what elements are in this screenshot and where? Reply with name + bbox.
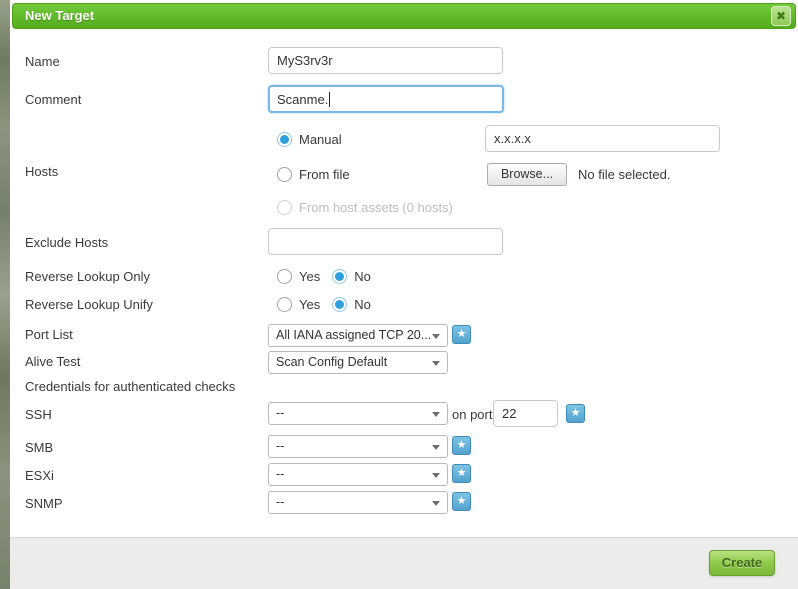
esxi-credential-select[interactable]: -- — [268, 463, 448, 486]
snmp-label: SNMP — [25, 495, 63, 512]
exclude-hosts-label: Exclude Hosts — [25, 234, 108, 251]
chevron-down-icon — [432, 412, 440, 417]
comment-label: Comment — [25, 91, 81, 108]
ssh-on-port-label: on port — [452, 406, 492, 423]
chevron-down-icon — [432, 334, 440, 339]
new-ssh-credential-button[interactable]: ★ — [566, 404, 585, 423]
reverse-lookup-unify-yes-radio[interactable] — [277, 297, 292, 312]
reverse-lookup-only-label: Reverse Lookup Only — [25, 268, 150, 285]
smb-credential-select-value: -- — [276, 439, 284, 453]
ssh-label: SSH — [25, 406, 52, 423]
dialog-titlebar: New Target ✖ — [12, 3, 796, 29]
reverse-lookup-only-yes-label: Yes — [299, 269, 320, 284]
manual-radio-label: Manual — [299, 132, 342, 147]
comment-input-value: Scanme. — [277, 92, 328, 107]
alive-test-select-value: Scan Config Default — [276, 355, 387, 369]
new-port-list-button[interactable]: ★ — [452, 325, 471, 344]
ssh-credential-select[interactable]: -- — [268, 402, 448, 425]
reverse-lookup-only-no-radio[interactable] — [332, 269, 347, 284]
ssh-port-input[interactable] — [493, 400, 558, 427]
port-list-select[interactable]: All IANA assigned TCP 20... — [268, 324, 448, 347]
smb-label: SMB — [25, 439, 53, 456]
reverse-lookup-only-no-label: No — [354, 269, 371, 284]
browse-button[interactable]: Browse... — [487, 163, 567, 186]
esxi-label: ESXi — [25, 467, 54, 484]
chevron-down-icon — [432, 501, 440, 506]
star-icon: ★ — [457, 328, 467, 340]
reverse-lookup-only-group: Yes No — [277, 265, 371, 287]
comment-input[interactable]: Scanme. — [268, 85, 504, 113]
hosts-from-assets-option: From host assets (0 hosts) — [277, 196, 453, 218]
hosts-manual-option: Manual — [277, 128, 342, 150]
reverse-lookup-unify-group: Yes No — [277, 293, 371, 315]
star-icon: ★ — [457, 439, 467, 451]
from-assets-radio-label: From host assets (0 hosts) — [299, 200, 453, 215]
manual-hosts-input[interactable] — [485, 125, 720, 152]
new-esxi-credential-button[interactable]: ★ — [452, 464, 471, 483]
name-input[interactable] — [268, 47, 503, 74]
hosts-from-file-option: From file — [277, 163, 350, 185]
dialog-title: New Target — [25, 4, 94, 28]
reverse-lookup-unify-no-radio[interactable] — [332, 297, 347, 312]
create-button[interactable]: Create — [709, 550, 775, 576]
exclude-hosts-input[interactable] — [268, 228, 503, 255]
star-icon: ★ — [571, 407, 581, 419]
from-assets-radio — [277, 200, 292, 215]
chevron-down-icon — [432, 361, 440, 366]
port-list-select-value: All IANA assigned TCP 20... — [276, 328, 431, 342]
credentials-heading: Credentials for authenticated checks — [25, 378, 235, 395]
from-file-radio-label: From file — [299, 167, 350, 182]
hosts-label: Hosts — [25, 163, 58, 180]
from-file-radio[interactable] — [277, 167, 292, 182]
chevron-down-icon — [432, 473, 440, 478]
star-icon: ★ — [457, 495, 467, 507]
name-label: Name — [25, 53, 60, 70]
snmp-credential-select-value: -- — [276, 495, 284, 509]
chevron-down-icon — [432, 445, 440, 450]
alive-test-label: Alive Test — [25, 353, 80, 370]
reverse-lookup-unify-no-label: No — [354, 297, 371, 312]
alive-test-select[interactable]: Scan Config Default — [268, 351, 448, 374]
close-icon[interactable]: ✖ — [771, 6, 791, 26]
file-status-text: No file selected. — [578, 167, 671, 182]
reverse-lookup-only-yes-radio[interactable] — [277, 269, 292, 284]
text-caret — [329, 92, 330, 107]
esxi-credential-select-value: -- — [276, 467, 284, 481]
ssh-credential-select-value: -- — [276, 406, 284, 420]
new-smb-credential-button[interactable]: ★ — [452, 436, 471, 455]
smb-credential-select[interactable]: -- — [268, 435, 448, 458]
new-snmp-credential-button[interactable]: ★ — [452, 492, 471, 511]
reverse-lookup-unify-yes-label: Yes — [299, 297, 320, 312]
dialog-footer: Create — [10, 537, 798, 589]
star-icon: ★ — [457, 467, 467, 479]
port-list-label: Port List — [25, 326, 73, 343]
manual-radio[interactable] — [277, 132, 292, 147]
snmp-credential-select[interactable]: -- — [268, 491, 448, 514]
reverse-lookup-unify-label: Reverse Lookup Unify — [25, 296, 153, 313]
new-target-dialog: New Target ✖ Name Comment Scanme. Hosts … — [10, 0, 798, 589]
